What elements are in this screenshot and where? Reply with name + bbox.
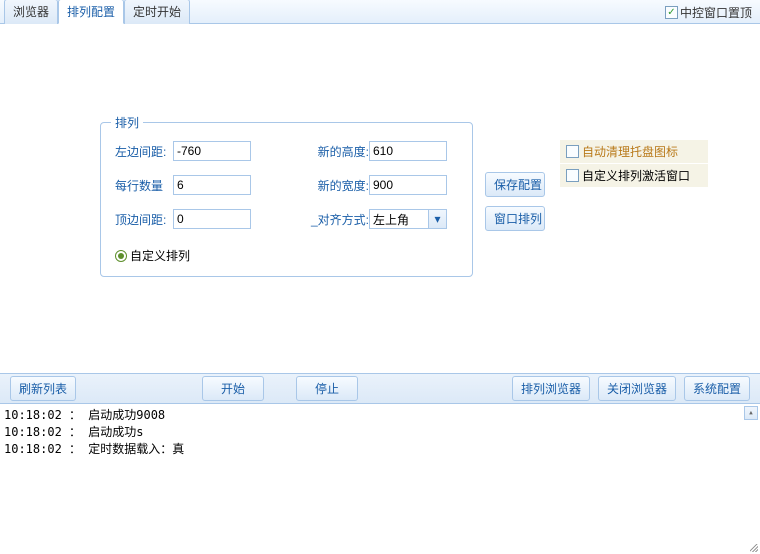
align-select-value: 左上角 [373,211,409,228]
tab-browser[interactable]: 浏览器 [4,0,58,24]
left-margin-label: 左边间距: [115,143,173,160]
new-width-label: 新的宽度: [311,177,369,194]
checkbox-icon: ✓ [566,145,579,158]
custom-arrange-radio[interactable]: 自定义排列 [115,247,190,264]
new-width-input[interactable] [369,175,447,195]
chevron-down-icon: ▾ [428,210,446,228]
log-area[interactable]: 10:18:02 ： 启动成功9008 10:18:02 ： 启动成功s 10:… [0,404,760,552]
arrange-browser-button[interactable]: 排列浏览器 [512,376,590,401]
start-button[interactable]: 开始 [202,376,264,401]
checkbox-icon: ✓ [566,169,579,182]
new-height-input[interactable] [369,141,447,161]
auto-clear-tray-label: 自动清理托盘图标 [582,143,678,160]
stop-button[interactable]: 停止 [296,376,358,401]
bottom-toolbar: 刷新列表 开始 停止 排列浏览器 关闭浏览器 系统配置 [0,374,760,404]
custom-activate-label: 自定义排列激活窗口 [582,167,690,184]
new-height-label: 新的高度: [311,143,369,160]
tab-timer-start[interactable]: 定时开始 [124,0,190,24]
per-row-label: 每行数量 [115,177,173,194]
log-line: 10:18:02 ： 启动成功s [4,425,143,439]
log-line: 10:18:02 ： 启动成功9008 [4,408,165,422]
row-new-height: 新的高度: [311,141,447,161]
always-on-top-label: 中控窗口置顶 [680,4,752,21]
save-config-button[interactable]: 保存配置 [485,172,545,197]
row-per-row: 每行数量 [115,175,251,195]
tabs-container: 浏览器 排列配置 定时开始 [4,0,190,23]
left-margin-input[interactable] [173,141,251,161]
group-title: 排列 [111,114,143,131]
check-icon: ✓ [665,6,678,19]
align-select[interactable]: 左上角 ▾ [369,209,447,229]
close-browser-button[interactable]: 关闭浏览器 [598,376,676,401]
resize-grip[interactable] [746,540,760,554]
per-row-input[interactable] [173,175,251,195]
scroll-up-icon[interactable]: ▴ [744,406,758,420]
row-new-width: 新的宽度: [311,175,447,195]
row-align: _对齐方式: 左上角 ▾ [311,209,447,229]
row-top-margin: 顶边间距: [115,209,251,229]
auto-clear-tray-checkbox[interactable]: ✓ 自动清理托盘图标 [560,140,708,163]
custom-activate-checkbox[interactable]: ✓ 自定义排列激活窗口 [560,164,708,187]
refresh-list-button[interactable]: 刷新列表 [10,376,76,401]
tab-arrange-config[interactable]: 排列配置 [58,0,124,24]
arrange-groupbox: 排列 左边间距: 新的高度: 每行数量 新的宽度: 顶边间距: _对齐方式: 左… [100,122,473,277]
top-margin-label: 顶边间距: [115,211,173,228]
custom-arrange-radio-label: 自定义排列 [130,247,190,264]
log-line: 10:18:02 ： 定时数据载入：真 [4,442,184,456]
arrange-window-button[interactable]: 窗口排列 [485,206,545,231]
row-left-margin: 左边间距: [115,141,251,161]
content-area: 排列 左边间距: 新的高度: 每行数量 新的宽度: 顶边间距: _对齐方式: 左… [0,24,760,374]
always-on-top-checkbox[interactable]: ✓ 中控窗口置顶 [665,4,752,21]
radio-icon [115,250,127,262]
top-margin-input[interactable] [173,209,251,229]
align-label: _对齐方式: [311,211,369,228]
top-tab-bar: 浏览器 排列配置 定时开始 ✓ 中控窗口置顶 [0,0,760,24]
system-config-button[interactable]: 系统配置 [684,376,750,401]
